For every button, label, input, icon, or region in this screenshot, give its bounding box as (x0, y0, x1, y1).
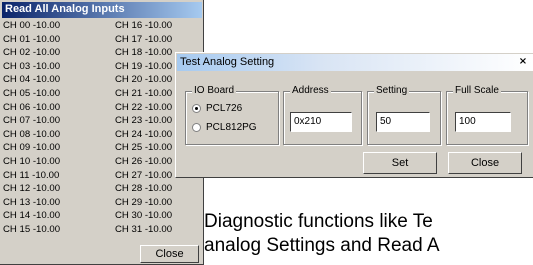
read-all-analog-inputs-window: Read All Analog Inputs CH 00 -10.00 CH 01… (0, 0, 204, 265)
io-board-group: IO Board PCL726 PCL812PG (185, 85, 279, 145)
channel-reading: CH 23 -10.00 (115, 115, 173, 127)
test-dialog-close-button[interactable]: Close (448, 152, 522, 174)
radio-button-icon[interactable] (192, 104, 201, 113)
radio-pcl726[interactable]: PCL726 (192, 103, 242, 114)
channel-reading: CH 00 -10.00 (3, 20, 61, 31)
channel-reading: CH 21 -10.00 (115, 88, 173, 99)
channel-reading: CH 18 -10.00 (115, 47, 173, 59)
channel-reading: CH 29 -10.00 (115, 196, 173, 208)
read-window-title: Read All Analog Inputs (5, 3, 125, 15)
radio-pcl812pg[interactable]: PCL812PG (192, 122, 257, 133)
address-label: Address (290, 85, 331, 96)
channel-reading: CH 10 -10.00 (3, 156, 61, 167)
channel-reading: CH 26 -10.00 (115, 156, 173, 167)
channel-reading: CH 04 -10.00 (3, 74, 61, 86)
channel-reading: CH 09 -10.00 (3, 142, 61, 154)
full-scale-input[interactable]: 100 (455, 112, 511, 132)
channel-reading: CH 08 -10.00 (3, 128, 61, 140)
channel-reading: CH 16 -10.00 (115, 20, 173, 31)
channel-reading: CH 31 -10.00 (115, 224, 173, 235)
channel-reading: CH 14 -10.00 (3, 210, 61, 222)
caption-line-1: Diagnostic functions like Te (204, 211, 433, 232)
setting-input[interactable]: 50 (376, 112, 430, 132)
test-dialog-titlebar[interactable]: Test Analog Setting × (177, 54, 533, 71)
channel-reading: CH 11 -10.00 (3, 169, 60, 181)
caption-line-2: analog Settings and Read A (204, 235, 440, 256)
channel-reading: CH 17 -10.00 (115, 33, 173, 45)
channel-reading: CH 28 -10.00 (115, 183, 173, 195)
channel-list: CH 00 -10.00 CH 01 -10.00 CH 02 -10.00 CH 0… (3, 20, 200, 238)
channel-reading: CH 02 -10.00 (3, 47, 61, 59)
radio-button-icon[interactable] (192, 123, 201, 132)
channel-reading: CH 19 -10.00 (115, 60, 173, 72)
radio-pcl812pg-label: PCL812PG (206, 122, 257, 133)
read-window-titlebar[interactable]: Read All Analog Inputs (2, 2, 202, 18)
io-board-label: IO Board (192, 85, 237, 96)
address-input[interactable]: 0x210 (290, 112, 352, 132)
channel-reading: CH 24 -10.00 (115, 128, 173, 140)
channel-reading: CH 07 -10.00 (3, 115, 61, 127)
full-scale-label: Full Scale (453, 85, 501, 96)
channel-reading: CH 25 -10.00 (115, 142, 173, 154)
setting-group: Setting 50 (367, 85, 441, 145)
full-scale-group: Full Scale 100 (446, 85, 528, 145)
setting-label: Setting (374, 85, 410, 96)
channel-reading: CH 12 -10.00 (3, 183, 61, 195)
test-analog-setting-dialog: Test Analog Setting × IO Board PCL726 PC… (175, 52, 533, 178)
channel-reading: CH 06 -10.00 (3, 101, 61, 113)
channel-reading: CH 20 -10.00 (115, 74, 173, 86)
channel-reading: CH 13 -10.00 (3, 196, 61, 208)
set-button[interactable]: Set (363, 152, 437, 174)
test-dialog-title: Test Analog Setting (180, 56, 275, 68)
channel-reading: CH 30 -10.00 (115, 210, 173, 222)
channel-reading: CH 22 -10.00 (115, 101, 173, 113)
channel-reading: CH 27 -10.00 (115, 169, 173, 181)
read-window-close-button[interactable]: Close (140, 245, 199, 263)
channel-reading: CH 15 -10.00 (3, 224, 61, 235)
channel-reading: CH 05 -10.00 (3, 88, 61, 99)
address-group: Address 0x210 (283, 85, 362, 145)
caption-text: Diagnostic functions like Te analog Sett… (204, 210, 533, 258)
channel-reading: CH 03 -10.00 (3, 60, 61, 72)
close-icon[interactable]: × (516, 55, 530, 68)
radio-pcl726-label: PCL726 (206, 103, 243, 114)
channel-reading: CH 01 -10.00 (3, 33, 61, 45)
